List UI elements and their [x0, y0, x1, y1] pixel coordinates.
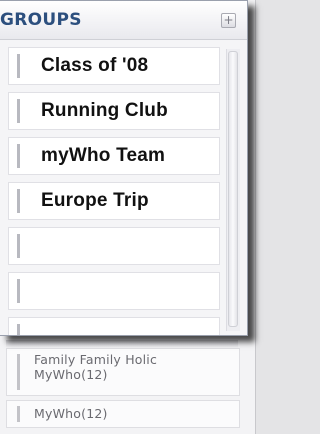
row-marker — [17, 324, 20, 335]
group-label: Running Club — [41, 100, 168, 121]
plus-icon: + — [223, 13, 234, 27]
row-marker — [17, 406, 20, 422]
background-list-item[interactable]: MyWho(12) — [6, 400, 240, 428]
groups-panel-header: GROUPS + — [0, 1, 247, 40]
groups-panel: GROUPS + Class of '08 Running Club myWho… — [0, 0, 248, 336]
row-marker — [17, 189, 20, 213]
group-list: Class of '08 Running Club myWho Team Eur… — [8, 47, 221, 335]
group-item[interactable]: Europe Trip — [8, 182, 220, 220]
panel-title: GROUPS — [0, 10, 82, 30]
row-marker — [17, 279, 20, 303]
background-item-label: Family Family Holic MyWho(12) — [34, 352, 158, 382]
row-marker — [17, 234, 20, 258]
row-marker — [17, 144, 20, 168]
add-group-button[interactable]: + — [221, 13, 236, 28]
background-item-label: MyWho(12) — [34, 406, 108, 421]
row-marker — [17, 354, 20, 390]
group-label: Europe Trip — [41, 190, 149, 211]
background-list-item[interactable]: Family Family Holic MyWho(12) — [6, 348, 240, 396]
group-label: myWho Team — [41, 145, 166, 166]
group-item-empty[interactable] — [8, 317, 220, 335]
background-row-partial — [6, 340, 238, 348]
scrollbar-track[interactable] — [226, 49, 240, 331]
row-marker — [17, 99, 20, 123]
group-item-empty[interactable] — [8, 227, 220, 265]
group-item-empty[interactable] — [8, 272, 220, 310]
group-item[interactable]: myWho Team — [8, 137, 220, 175]
row-marker — [17, 54, 20, 78]
scrollbar-thumb[interactable] — [228, 51, 238, 327]
group-item[interactable]: Running Club — [8, 92, 220, 130]
group-label: Class of '08 — [41, 55, 149, 76]
group-item[interactable]: Class of '08 — [8, 47, 220, 85]
